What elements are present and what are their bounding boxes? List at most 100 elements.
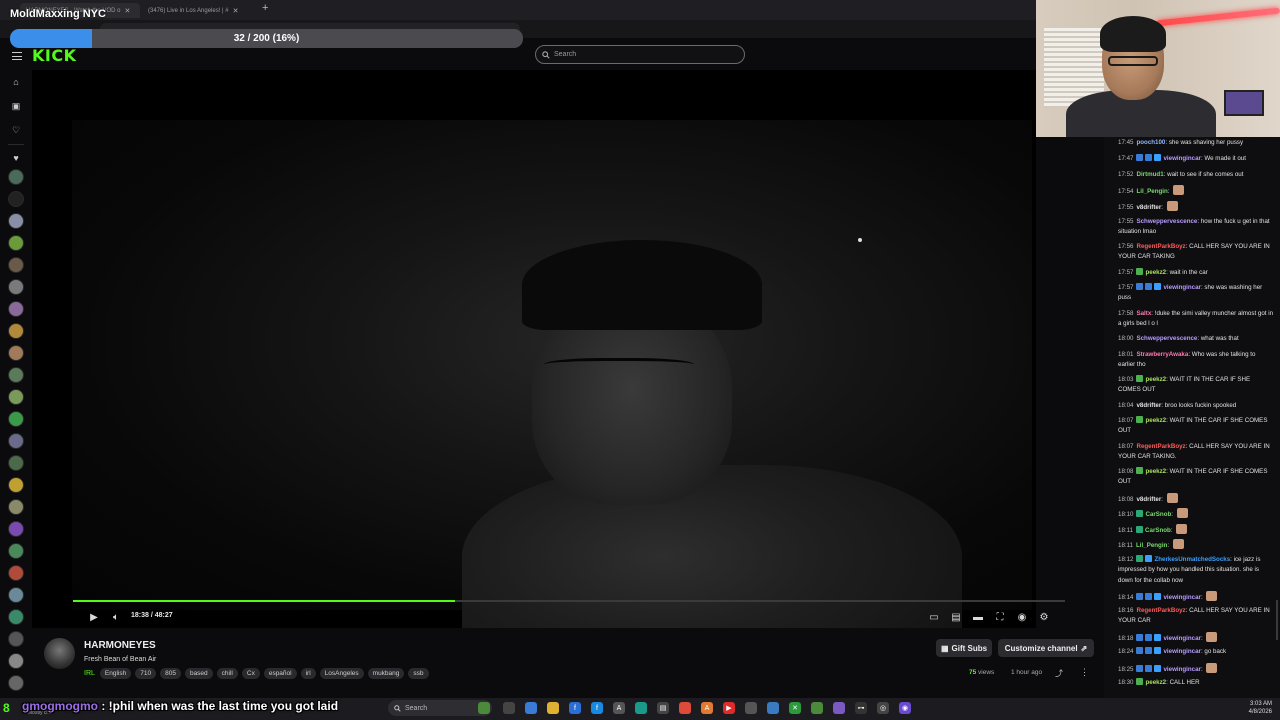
chat-username[interactable]: Lil_Pengin <box>1136 188 1167 195</box>
facebook-icon[interactable]: f <box>569 702 581 714</box>
new-tab-icon[interactable]: + <box>262 2 268 14</box>
more-options-icon[interactable]: ⋮ <box>1080 667 1089 678</box>
sidebar-channel-avatar[interactable] <box>8 345 24 361</box>
chat-username[interactable]: Dirtmud1 <box>1136 171 1163 178</box>
chat-username[interactable]: viewingincar <box>1163 635 1200 642</box>
sidebar-channel-avatar[interactable] <box>8 587 24 603</box>
home-icon[interactable]: ⌂ <box>10 76 22 88</box>
sidebar-channel-avatar[interactable] <box>8 257 24 273</box>
app-icon[interactable]: ◉ <box>899 702 911 714</box>
sidebar-channel-avatar[interactable] <box>8 499 24 515</box>
chat-username[interactable]: v8drifter <box>1136 204 1161 211</box>
sidebar-channel-avatar[interactable] <box>8 301 24 317</box>
sidebar-channel-avatar[interactable] <box>8 565 24 581</box>
chat-username[interactable]: Schweppervescence <box>1136 218 1197 225</box>
sidebar-channel-avatar[interactable] <box>8 455 24 471</box>
task-view-icon[interactable] <box>503 702 515 714</box>
chat-username[interactable]: v8drifter <box>1136 402 1161 409</box>
chat-username[interactable]: viewingincar <box>1163 284 1200 291</box>
search-input[interactable]: Search <box>535 45 745 64</box>
capcut-icon[interactable]: ⊶ <box>855 702 867 714</box>
obs-icon[interactable]: ◎ <box>877 702 889 714</box>
chat-username[interactable]: pooch100 <box>1136 139 1165 146</box>
tag[interactable]: ssb <box>408 668 429 679</box>
file-explorer-icon[interactable] <box>547 702 559 714</box>
taskbar-clock[interactable]: 3:03 AM 4/8/2026 <box>1236 700 1272 716</box>
chat-username[interactable]: viewingincar <box>1163 648 1200 655</box>
category-link[interactable]: IRL <box>84 670 95 677</box>
sidebar-channel-avatar[interactable] <box>8 433 24 449</box>
edge-icon[interactable] <box>635 702 647 714</box>
sidebar-channel-avatar[interactable] <box>8 631 24 647</box>
chat-username[interactable]: peekz2 <box>1145 376 1166 383</box>
chat-username[interactable]: RegentParkBoyz <box>1136 243 1185 250</box>
chat-username[interactable]: v8drifter <box>1136 496 1161 503</box>
customize-channel-button[interactable]: Customize channel ⇗ <box>998 639 1094 657</box>
sidebar-channel-avatar[interactable] <box>8 279 24 295</box>
quality-icon[interactable]: ◉ <box>1015 610 1029 624</box>
tag[interactable]: based <box>184 668 213 679</box>
play-icon[interactable]: ▶ <box>87 610 101 624</box>
close-icon[interactable]: ✕ <box>233 7 239 15</box>
channel-avatar[interactable] <box>44 638 75 669</box>
chat-username[interactable]: viewingincar <box>1163 594 1200 601</box>
tag[interactable]: 805 <box>160 668 181 679</box>
browser-tab-2[interactable]: (3476) Live in Los Angeles! | # ✕ <box>142 3 252 18</box>
following-icon[interactable]: ♡ <box>10 124 22 136</box>
chat-username[interactable]: StrawberryAwaka <box>1136 351 1188 358</box>
sidebar-channel-avatar[interactable] <box>8 521 24 537</box>
sidebar-channel-avatar[interactable] <box>8 389 24 405</box>
sidebar-channel-avatar[interactable] <box>8 213 24 229</box>
youtube-icon[interactable]: ▶ <box>723 702 735 714</box>
chat-username[interactable]: viewingincar <box>1163 155 1200 162</box>
chat-username[interactable]: peekz2 <box>1145 417 1166 424</box>
chat-username[interactable]: peekz2 <box>1145 679 1166 686</box>
tag[interactable]: LosAngeles <box>319 668 364 679</box>
widgets-icon[interactable] <box>525 702 537 714</box>
chrome-icon[interactable] <box>679 702 691 714</box>
xbox-icon[interactable]: ✕ <box>789 702 801 714</box>
sidebar-channel-avatar[interactable] <box>8 675 24 691</box>
miniplayer-icon[interactable]: ▭ <box>927 610 941 624</box>
chat-username[interactable]: Schweppervescence <box>1136 335 1197 342</box>
settings-icon[interactable]: ⚙ <box>1037 610 1051 624</box>
calculator-icon[interactable] <box>745 702 757 714</box>
kick-logo[interactable]: KICK <box>32 46 77 65</box>
taskbar-search[interactable]: Search <box>388 700 492 716</box>
sidebar-channel-avatar[interactable] <box>8 235 24 251</box>
facebook-messenger-icon[interactable]: f <box>591 702 603 714</box>
sidebar-channel-avatar[interactable] <box>8 477 24 493</box>
chat-username[interactable]: peekz2 <box>1145 468 1166 475</box>
tag[interactable]: mukbang <box>367 668 405 679</box>
tag[interactable]: español <box>263 668 297 679</box>
close-icon[interactable]: ✕ <box>124 7 130 15</box>
chat-scrollbar[interactable] <box>1276 600 1278 640</box>
sidebar-channel-avatar[interactable] <box>8 653 24 669</box>
video-player[interactable] <box>32 70 1036 628</box>
chat-username[interactable]: CarSnob <box>1145 527 1171 534</box>
chat-username[interactable]: viewingincar <box>1163 666 1200 673</box>
chat-username[interactable]: Saltx <box>1136 310 1151 317</box>
tag[interactable]: Cx <box>241 668 260 679</box>
sidebar-channel-avatar[interactable] <box>8 609 24 625</box>
chat-username[interactable]: peekz2 <box>1145 269 1166 276</box>
share-icon[interactable]: ⤴ <box>1055 668 1063 679</box>
gift-subs-button[interactable]: ▦ Gift Subs <box>936 639 992 657</box>
start-icon[interactable]: 8 <box>3 701 10 715</box>
volume-icon[interactable]: 🔈︎ <box>109 610 123 624</box>
notes-icon[interactable]: ▤ <box>657 702 669 714</box>
clip-icon[interactable]: ▤ <box>949 610 963 624</box>
sidebar-channel-avatar[interactable] <box>8 169 24 185</box>
font-app-icon[interactable]: A <box>613 702 625 714</box>
sidebar-channel-avatar[interactable] <box>8 411 24 427</box>
app-icon[interactable] <box>478 702 490 714</box>
tag[interactable]: chill <box>216 668 238 679</box>
seek-bar[interactable] <box>73 600 1065 602</box>
app-icon[interactable] <box>811 702 823 714</box>
menu-icon[interactable] <box>12 52 22 60</box>
tag[interactable]: English <box>99 668 132 679</box>
app-a-icon[interactable]: A <box>701 702 713 714</box>
tag[interactable]: 710 <box>135 668 157 679</box>
chat-username[interactable]: RegentParkBoyz <box>1136 607 1185 614</box>
theater-mode-icon[interactable]: ▬ <box>971 610 985 624</box>
